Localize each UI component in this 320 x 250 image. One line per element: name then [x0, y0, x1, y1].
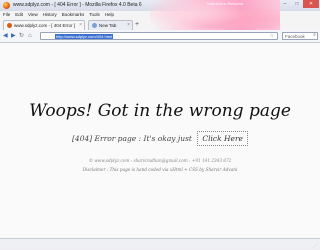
back-arrow-icon[interactable]: ◀ [3, 32, 8, 40]
status-bar: ⋰ [0, 238, 320, 250]
search-icon[interactable]: ⌕ [313, 32, 316, 39]
menu-bookmarks[interactable]: Bookmarks [62, 11, 85, 19]
error-subtext: [404] Error page : It's okay just [72, 134, 192, 143]
menu-tools[interactable]: Tools [89, 11, 100, 19]
menu-help[interactable]: Help [105, 11, 114, 19]
title-bar: www.sdplyz.com - [ 404 Error ] - Mozilla… [0, 0, 320, 34]
window-controls: – □ ✕ [279, 0, 319, 8]
menu-view[interactable]: View [28, 11, 38, 19]
home-icon[interactable]: ⌂ [28, 32, 32, 40]
url-bar[interactable]: http://www.sdplyz.com/404.html ☆ [40, 32, 278, 40]
minimize-button[interactable]: – [279, 0, 291, 8]
new-tab-favicon-icon [92, 23, 97, 28]
firefox-icon [3, 2, 10, 9]
search-engine-label: Facebook [285, 34, 305, 39]
tab-bar: www.sdplyz.com - [ 404 Error ] × New Tab… [0, 19, 320, 30]
search-box[interactable]: Facebook ⌕ [282, 32, 318, 40]
error-heading: Woops! Got in the wrong page [29, 101, 291, 121]
close-button[interactable]: ✕ [303, 0, 319, 8]
tab-404-page[interactable]: www.sdplyz.com - [ 404 Error ] × [3, 20, 85, 30]
error-subtext-line: [404] Error page : It's okay just Click … [0, 131, 320, 147]
bookmark-star-icon[interactable]: ☆ [270, 33, 274, 40]
window-title: www.sdplyz.com - [ 404 Error ] - Mozilla… [13, 2, 142, 8]
forward-arrow-icon[interactable]: ▶ [11, 32, 16, 40]
navigation-toolbar: ◀ ▶ ↻ ⌂ http://www.sdplyz.com/404.html ☆… [0, 30, 320, 43]
disclaimer-line: Disclaimer : This page is hand coded via… [82, 167, 238, 172]
url-text[interactable]: http://www.sdplyz.com/404.html [55, 34, 114, 39]
resize-grip-icon[interactable]: ⋰ [313, 243, 318, 249]
click-here-button[interactable]: Click Here [197, 131, 248, 146]
contact-line: © www.sdplyz.com : sharviradhan@gmail.co… [88, 158, 232, 163]
site-favicon-icon [7, 23, 12, 28]
tab-label: www.sdplyz.com - [ 404 Error ] [14, 23, 76, 28]
tab-label: New Tab [99, 23, 117, 28]
menu-bar: File Edit View History Bookmarks Tools H… [0, 11, 320, 19]
tab-new-tab[interactable]: New Tab × [88, 20, 133, 30]
reload-icon[interactable]: ↻ [19, 32, 24, 40]
page-content: Woops! Got in the wrong page [404] Error… [0, 43, 320, 239]
tab-close-icon[interactable]: × [79, 21, 82, 30]
menu-file[interactable]: File [3, 11, 10, 19]
menu-edit[interactable]: Edit [15, 11, 23, 19]
persona-label: Valentine Persona [207, 1, 244, 6]
maximize-button[interactable]: □ [291, 0, 303, 8]
tab-close-icon[interactable]: × [127, 21, 130, 30]
menu-history[interactable]: History [43, 11, 57, 19]
browser-window: www.sdplyz.com - [ 404 Error ] - Mozilla… [0, 0, 320, 250]
new-tab-button[interactable]: + [135, 21, 139, 29]
